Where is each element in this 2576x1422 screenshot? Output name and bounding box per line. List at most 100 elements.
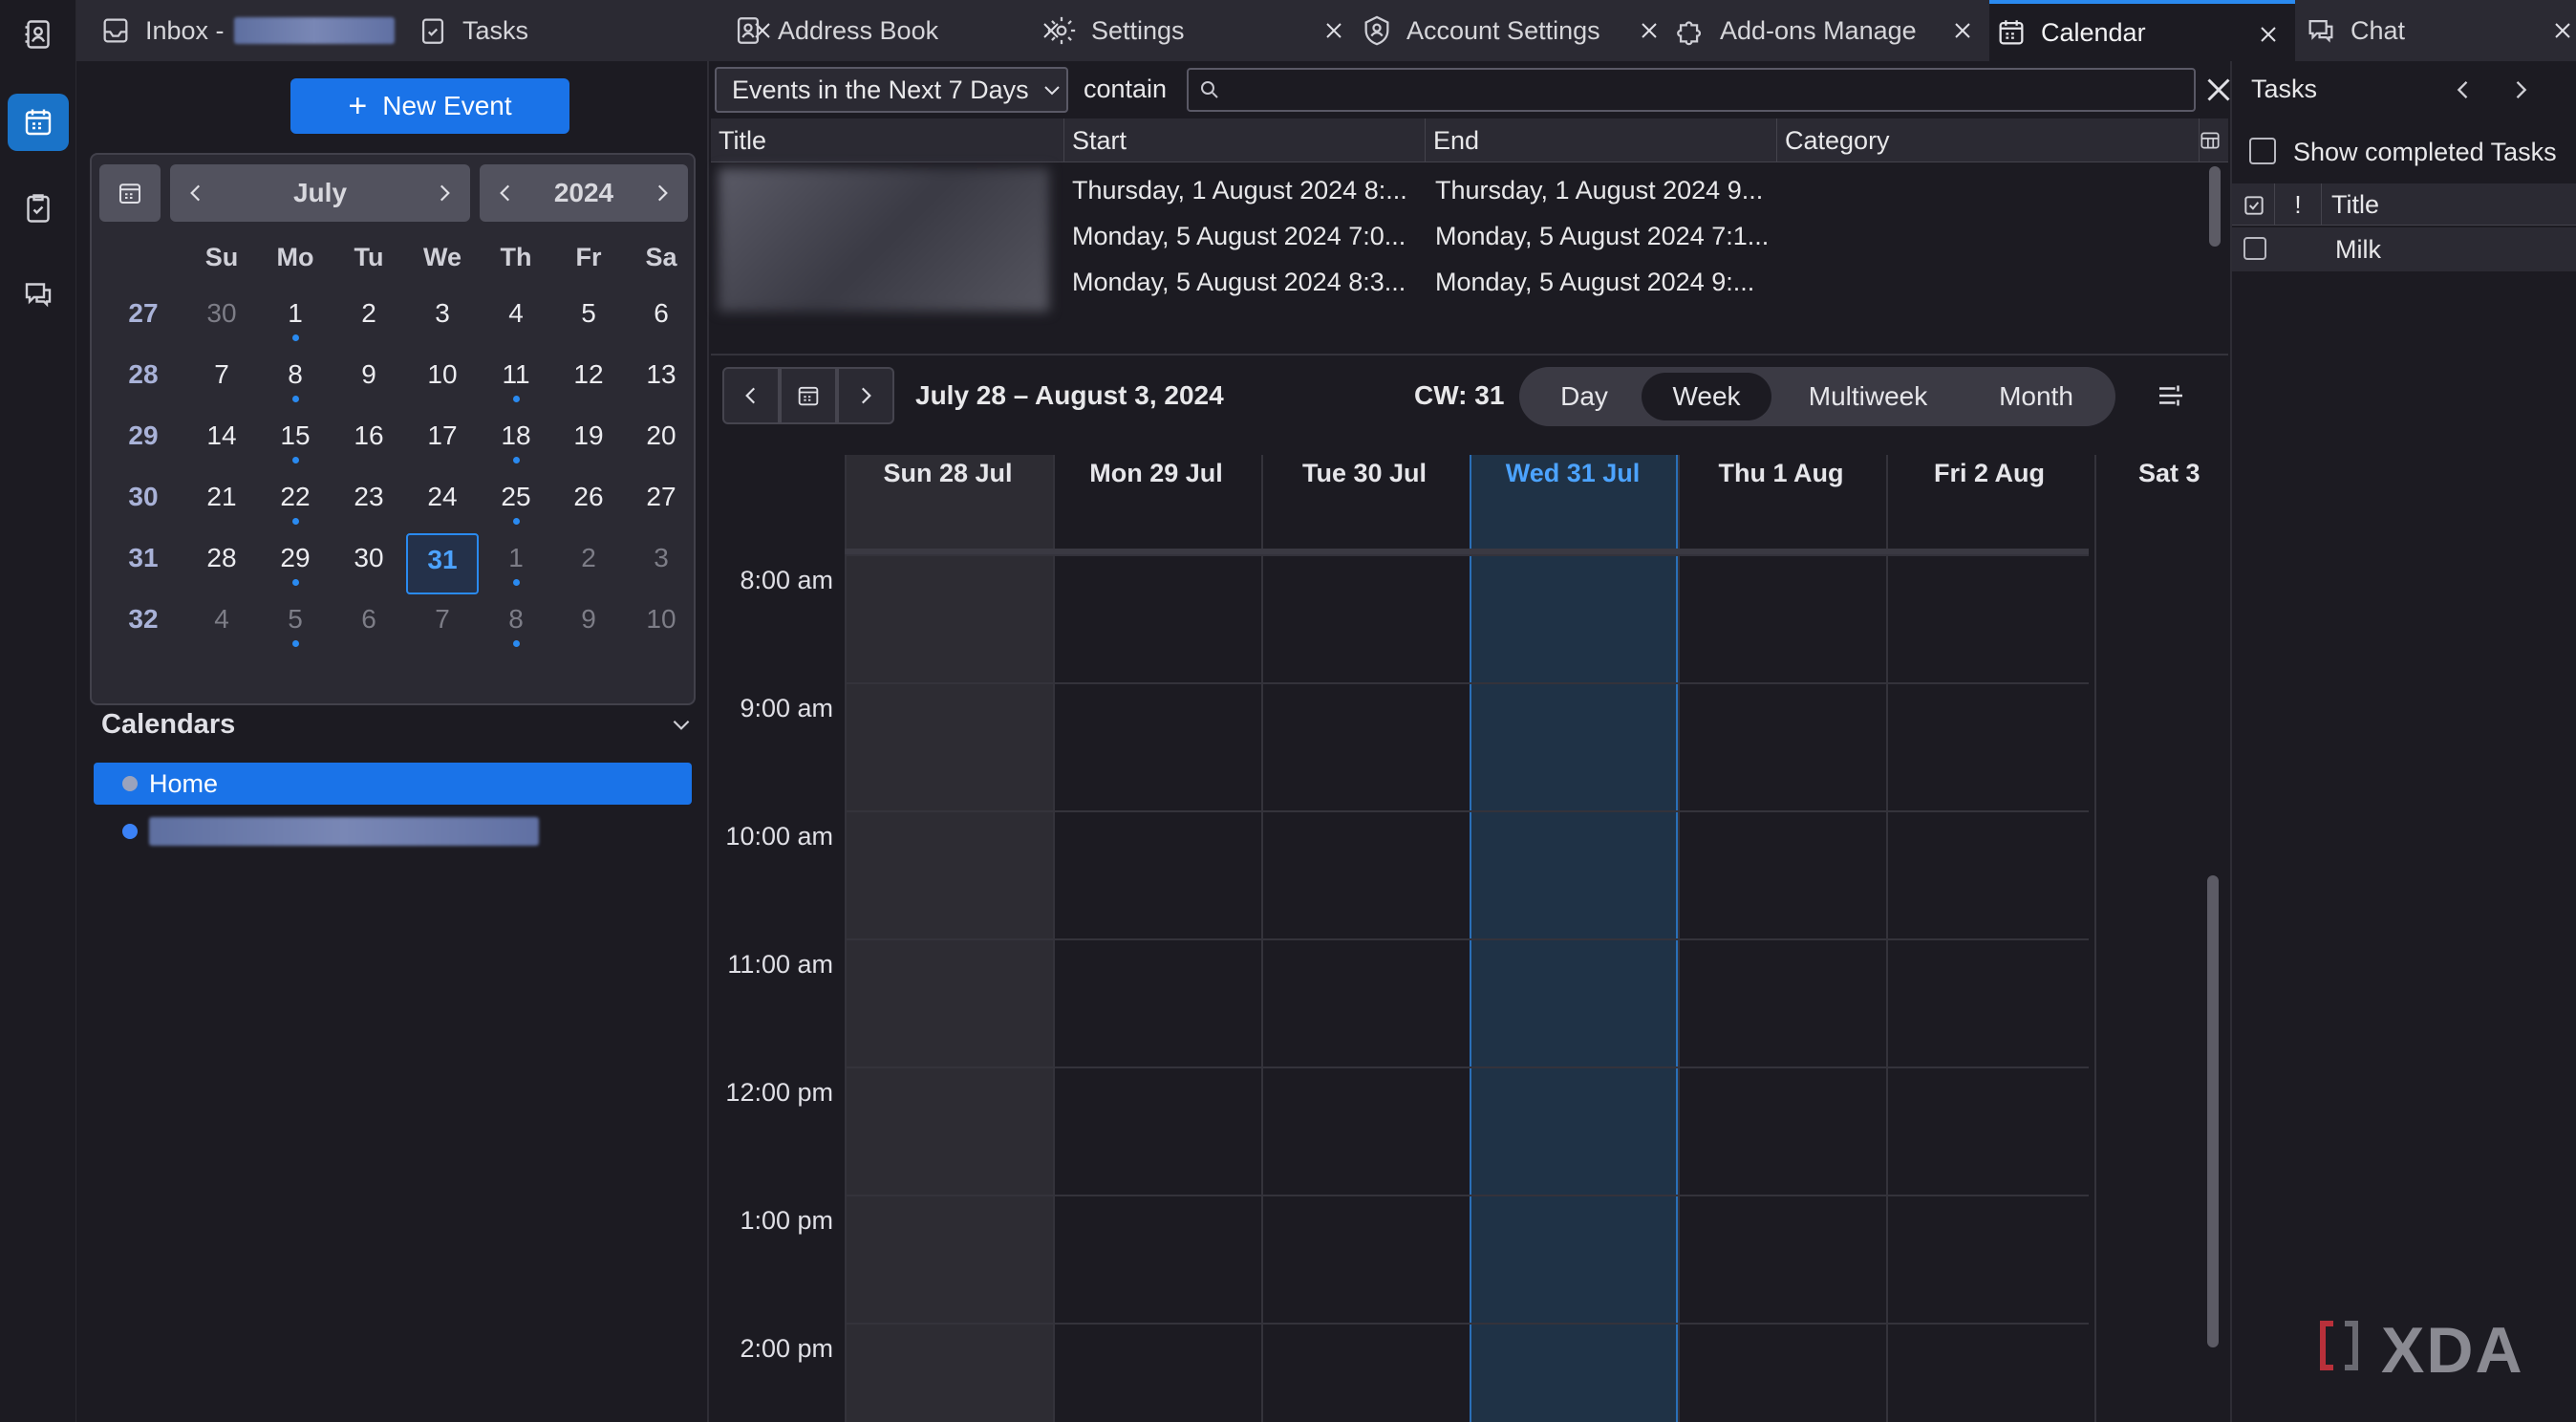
tasks-space-button[interactable] (8, 180, 69, 237)
minimonth-day[interactable]: 10 (406, 350, 479, 411)
chevron-down-icon[interactable] (669, 712, 694, 737)
tab-addons-manager[interactable]: Add-ons Manage (1674, 0, 1989, 61)
minimonth-today-button[interactable] (99, 164, 161, 222)
day-header[interactable]: Sat 3 (2094, 459, 2221, 488)
minimonth-day[interactable]: 30 (333, 533, 405, 594)
close-icon[interactable] (1632, 13, 1666, 48)
event-list-scrollbar[interactable] (2209, 166, 2221, 247)
minimonth-day[interactable]: 4 (480, 289, 552, 350)
week-number[interactable]: 27 (107, 289, 180, 350)
minimonth-day[interactable]: 21 (185, 472, 258, 533)
day-header[interactable]: Tue 30 Jul (1261, 459, 1468, 488)
day-header[interactable]: Mon 29 Jul (1053, 459, 1259, 488)
minimonth-day[interactable]: 2 (552, 533, 625, 594)
minimonth-day[interactable]: 16 (333, 411, 405, 472)
event-filter-value: Events in the Next 7 Days (732, 75, 1029, 104)
week-number[interactable]: 32 (107, 594, 180, 656)
today-button[interactable] (780, 367, 837, 424)
day-header[interactable]: Fri 2 Aug (1886, 459, 2093, 488)
day-column[interactable] (2094, 455, 2221, 1422)
minimonth-day-today[interactable]: 31 (406, 533, 479, 594)
calendar-space-button[interactable] (8, 94, 69, 151)
chat-space-button[interactable] (8, 266, 69, 323)
week-number[interactable]: 29 (107, 411, 180, 472)
week-number[interactable]: 31 (107, 533, 180, 594)
tab-address-book[interactable]: Address Book (732, 0, 1095, 61)
minimonth-day[interactable]: 12 (552, 350, 625, 411)
minimonth-day[interactable]: 26 (552, 472, 625, 533)
previous-month-button[interactable] (183, 181, 208, 205)
minimonth-day[interactable]: 5 (552, 289, 625, 350)
column-title[interactable]: Title (711, 118, 1064, 162)
minimonth-day[interactable]: 24 (406, 472, 479, 533)
close-icon[interactable] (1945, 13, 1980, 48)
day-header[interactable]: Thu 1 Aug (1678, 459, 1884, 488)
next-year-button[interactable] (650, 181, 675, 205)
event-list-row[interactable]: Monday, 5 August 2024 8:3... Monday, 5 A… (711, 260, 2201, 306)
column-start[interactable]: Start (1064, 118, 1426, 162)
chevron-left-icon[interactable] (2450, 76, 2477, 103)
minimonth-day[interactable]: 6 (625, 289, 698, 350)
chevron-right-icon[interactable] (2507, 76, 2534, 103)
tab-chat[interactable]: Chat (2305, 0, 2576, 61)
show-completed-checkbox[interactable] (2249, 138, 2276, 164)
minimonth-day[interactable]: 4 (185, 594, 258, 656)
column-picker-icon[interactable] (2198, 128, 2222, 153)
day-header[interactable]: Sun 28 Jul (845, 459, 1051, 488)
tab-inbox[interactable]: Inbox - (99, 0, 415, 61)
minimonth-day[interactable]: 7 (406, 594, 479, 656)
week-view-scrollbar[interactable] (2207, 875, 2219, 1347)
view-month-button[interactable]: Month (1964, 373, 2108, 420)
previous-year-button[interactable] (493, 181, 518, 205)
new-event-button[interactable]: + New Event (290, 78, 569, 134)
minimonth-day[interactable]: 9 (552, 594, 625, 656)
view-multiweek-button[interactable]: Multiweek (1773, 373, 1963, 420)
calendars-header[interactable]: Calendars (101, 701, 694, 747)
minimonth-day[interactable]: 3 (625, 533, 698, 594)
column-category[interactable]: Category (1777, 118, 2200, 162)
minimonth-day[interactable]: 9 (333, 350, 405, 411)
week-number[interactable]: 28 (107, 350, 180, 411)
event-filter-select[interactable]: Events in the Next 7 Days (715, 67, 1068, 113)
close-icon[interactable] (2545, 13, 2576, 48)
tab-settings[interactable]: Settings (1045, 0, 1361, 61)
event-list-row[interactable]: Thursday, 1 August 2024 8:... Thursday, … (711, 168, 2201, 214)
minimonth-day[interactable]: 27 (625, 472, 698, 533)
minimonth-day[interactable]: 20 (625, 411, 698, 472)
priority-column[interactable]: ! (2274, 183, 2322, 226)
view-week-button[interactable]: Week (1642, 373, 1771, 420)
week-number[interactable]: 30 (107, 472, 180, 533)
minimonth-day[interactable]: 17 (406, 411, 479, 472)
task-row[interactable]: Milk (2232, 227, 2576, 271)
minimonth-day[interactable]: 13 (625, 350, 698, 411)
tab-calendar[interactable]: Calendar (1989, 0, 2295, 61)
minimonth-day[interactable]: 2 (333, 289, 405, 350)
next-month-button[interactable] (432, 181, 457, 205)
column-end[interactable]: End (1426, 118, 1777, 162)
address-book-space-button[interactable] (8, 6, 69, 63)
view-day-button[interactable]: Day (1527, 373, 1642, 420)
task-complete-checkbox[interactable] (2243, 237, 2266, 260)
tab-account-settings[interactable]: Account Settings (1361, 0, 1676, 61)
minimonth-day[interactable]: 7 (185, 350, 258, 411)
minimonth-day[interactable]: 14 (185, 411, 258, 472)
completed-column-icon[interactable] (2242, 193, 2266, 218)
minimonth-day[interactable]: 6 (333, 594, 405, 656)
event-list-row[interactable]: Monday, 5 August 2024 7:0... Monday, 5 A… (711, 214, 2201, 260)
next-week-button[interactable] (837, 367, 894, 424)
day-header[interactable]: Wed 31 Jul (1470, 459, 1676, 488)
calendar-item-redacted[interactable] (94, 810, 692, 852)
close-icon[interactable] (2251, 17, 2286, 52)
minimonth-day[interactable]: 30 (185, 289, 258, 350)
minimonth-day[interactable]: 3 (406, 289, 479, 350)
close-icon[interactable] (1317, 13, 1351, 48)
view-options-icon[interactable] (2154, 378, 2188, 413)
previous-week-button[interactable] (722, 367, 780, 424)
minimonth-day[interactable]: 19 (552, 411, 625, 472)
calendar-item-home[interactable]: Home (94, 763, 692, 805)
title-column[interactable]: Title (2331, 183, 2379, 226)
event-search-input[interactable] (1187, 68, 2196, 112)
minimonth-day[interactable]: 23 (333, 472, 405, 533)
minimonth-day[interactable]: 10 (625, 594, 698, 656)
minimonth-day[interactable]: 28 (185, 533, 258, 594)
